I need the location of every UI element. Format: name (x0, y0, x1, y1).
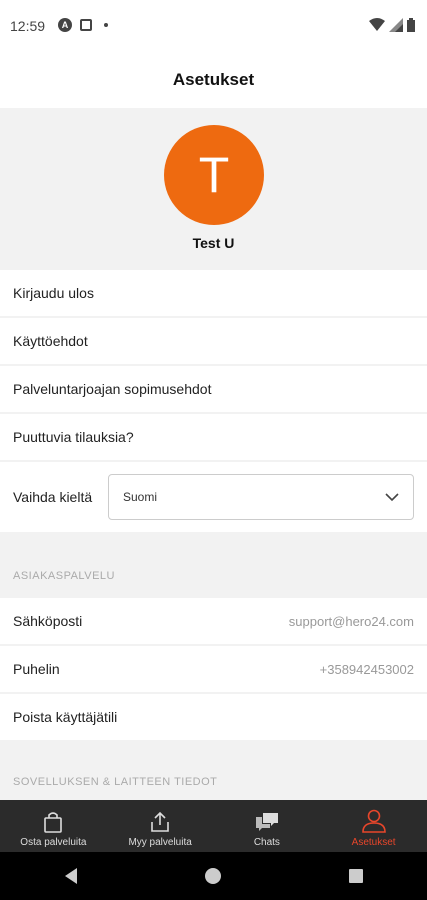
wifi-icon (369, 18, 385, 31)
status-time: 12:59 (10, 18, 46, 34)
phone-item[interactable]: Puhelin +358942453002 (0, 646, 427, 692)
nav-buy-services[interactable]: Osta palveluita (0, 800, 107, 852)
profile-name: Test U (192, 235, 235, 251)
nav-settings-label: Asetukset (351, 837, 396, 848)
terms-label: Käyttöehdot (13, 333, 88, 349)
phone-value[interactable]: +358942453002 (320, 662, 414, 677)
app-info-section-title: SOVELLUKSEN & LAITTEEN TIEDOT (13, 776, 218, 788)
logout-item[interactable]: Kirjaudu ulos (0, 270, 427, 316)
chevron-down-icon (385, 492, 399, 501)
language-select[interactable]: Suomi (108, 474, 414, 520)
app-header: Asetukset (0, 52, 427, 108)
avatar[interactable]: T (164, 125, 264, 225)
notification-icons: A (58, 18, 108, 32)
missing-orders-label: Puuttuvia tilauksia? (13, 429, 134, 445)
nav-sell-label: Myy palveluita (128, 837, 192, 848)
share-upload-icon (151, 811, 169, 832)
status-bar: 12:59 A (0, 0, 427, 52)
recents-icon[interactable] (348, 868, 364, 884)
phone-label: Puhelin (13, 661, 60, 677)
signal-icon (389, 18, 403, 32)
more-notifications-icon (104, 23, 108, 27)
user-icon (361, 809, 386, 833)
missing-orders-item[interactable]: Puuttuvia tilauksia? (0, 414, 427, 460)
provider-terms-item[interactable]: Palveluntarjoajan sopimusehdot (0, 366, 427, 412)
nav-settings[interactable]: Asetukset (320, 800, 427, 852)
provider-terms-label: Palveluntarjoajan sopimusehdot (13, 381, 212, 397)
delete-account-item[interactable]: Poista käyttäjätili (0, 694, 427, 740)
terms-item[interactable]: Käyttöehdot (0, 318, 427, 364)
language-value: Suomi (123, 490, 158, 504)
email-label: Sähköposti (13, 613, 83, 629)
chat-bubbles-icon (255, 813, 278, 831)
language-label: Vaihda kieltä (13, 489, 93, 505)
profile-section: T Test U (0, 108, 427, 268)
shopping-bag-icon (44, 812, 63, 833)
logout-label: Kirjaudu ulos (13, 285, 94, 301)
home-icon[interactable] (204, 867, 222, 885)
page-title: Asetukset (172, 70, 255, 89)
app-notification-icon: A (58, 18, 72, 32)
email-item[interactable]: Sähköposti support@hero24.com (0, 598, 427, 644)
delete-account-label: Poista käyttäjätili (13, 709, 118, 725)
email-value[interactable]: support@hero24.com (289, 614, 414, 629)
bottom-nav: Osta palveluita Myy palveluita Chats Ase… (0, 800, 427, 852)
sim-notification-icon (80, 19, 92, 31)
support-section-title: ASIAKASPALVELU (13, 570, 115, 582)
nav-buy-label: Osta palveluita (20, 837, 87, 848)
system-nav-bar (0, 852, 427, 900)
nav-chats-label: Chats (253, 837, 280, 848)
nav-sell-services[interactable]: Myy palveluita (107, 800, 214, 852)
battery-icon (407, 18, 415, 32)
back-icon[interactable] (63, 867, 79, 885)
system-icons (369, 18, 415, 32)
language-row: Vaihda kieltä Suomi (0, 462, 427, 532)
nav-chats[interactable]: Chats (214, 800, 321, 852)
